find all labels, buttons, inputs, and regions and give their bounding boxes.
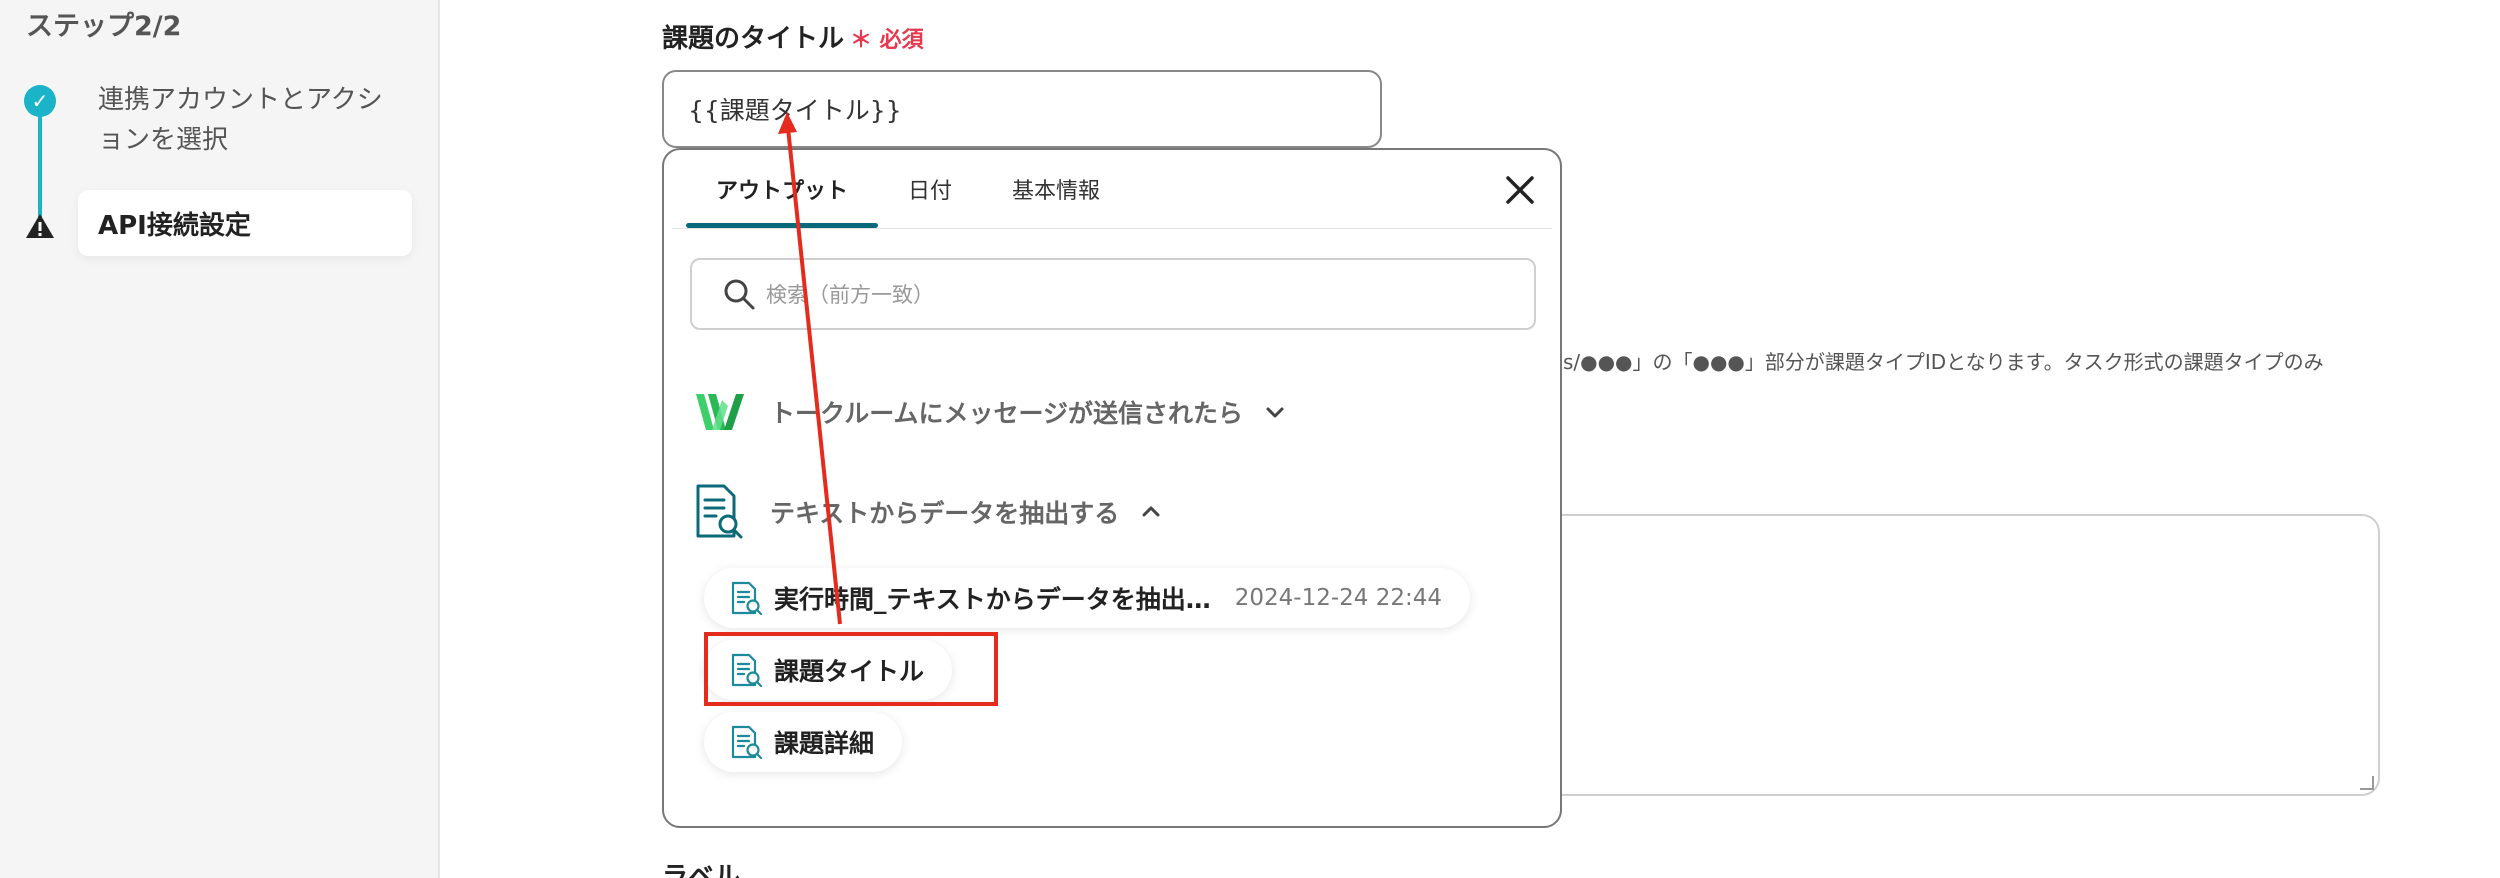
group-extract-data[interactable]: テキストからデータを抽出する [694,484,1163,540]
sidebar: ステップ2/2 ✓ 連携アカウントとアクションを選択 API接続設定 [0,0,440,878]
search-box[interactable]: 検索（前方一致） [690,258,1536,330]
output-item-timestamp: 2024-12-24 22:44 [1234,585,1443,611]
search-icon [724,279,755,310]
issue-type-hint: pes/●●●」の「●●●」部分が課題タイプIDとなります。タスク形式の課題タイ… [1538,350,2324,374]
tab-output[interactable]: アウトプット [686,150,879,228]
title-label-text: 課題のタイトル [662,24,845,54]
output-item-execution-time[interactable]: 実行時間_テキストからデータを抽出… 2024-12-24 22:44 [704,568,1471,628]
picker-tabs: アウトプット 日付 基本情報 [686,150,1130,228]
group-message-trigger-label: トークルームにメッセージが送信されたら [770,399,1244,428]
title-field-label: 課題のタイトル＊ 必須 [662,18,924,55]
tab-basic-info[interactable]: 基本情報 [982,150,1130,228]
resize-handle[interactable] [2360,776,2374,790]
timeline-line [38,112,42,222]
step-title: ステップ2/2 [26,11,182,42]
group-extract-data-label: テキストからデータを抽出する [770,499,1120,528]
tab-divider [672,228,1552,229]
output-item-label: 課題詳細 [774,729,875,758]
worksmobile-logo-icon [696,394,744,430]
document-search-icon [731,581,763,615]
group-message-trigger[interactable]: トークルームにメッセージが送信されたら [694,390,1287,434]
sidebar-step-select-action[interactable]: 連携アカウントとアクションを選択 [98,80,398,160]
output-item-issue-detail[interactable]: 課題詳細 [704,712,903,772]
warning-icon [26,214,54,238]
output-item-label: 実行時間_テキストからデータを抽出… [774,585,1211,614]
tab-date[interactable]: 日付 [878,150,982,228]
variable-picker-panel: アウトプット 日付 基本情報 検索（前方一致） トークルームにメッセージが送信さ… [662,148,1562,828]
label-field-label: ラベル [662,862,741,878]
highlight-box [704,632,998,706]
required-mark: ＊ 必須 [850,28,924,53]
title-input-value: {{課題タイトル}} [688,96,902,125]
close-icon[interactable] [1502,172,1538,208]
sidebar-step-api-settings-label: API接続設定 [98,210,251,241]
description-textarea[interactable] [1450,514,2380,796]
sidebar-step-api-settings[interactable]: API接続設定 [78,190,412,256]
chevron-down-icon [1266,407,1284,418]
document-search-icon [696,484,743,539]
chevron-up-icon [1142,506,1160,517]
title-input[interactable]: {{課題タイトル}} [662,70,1382,148]
search-placeholder: 検索（前方一致） [766,283,934,307]
document-search-icon [731,725,763,759]
check-icon: ✓ [24,85,56,117]
